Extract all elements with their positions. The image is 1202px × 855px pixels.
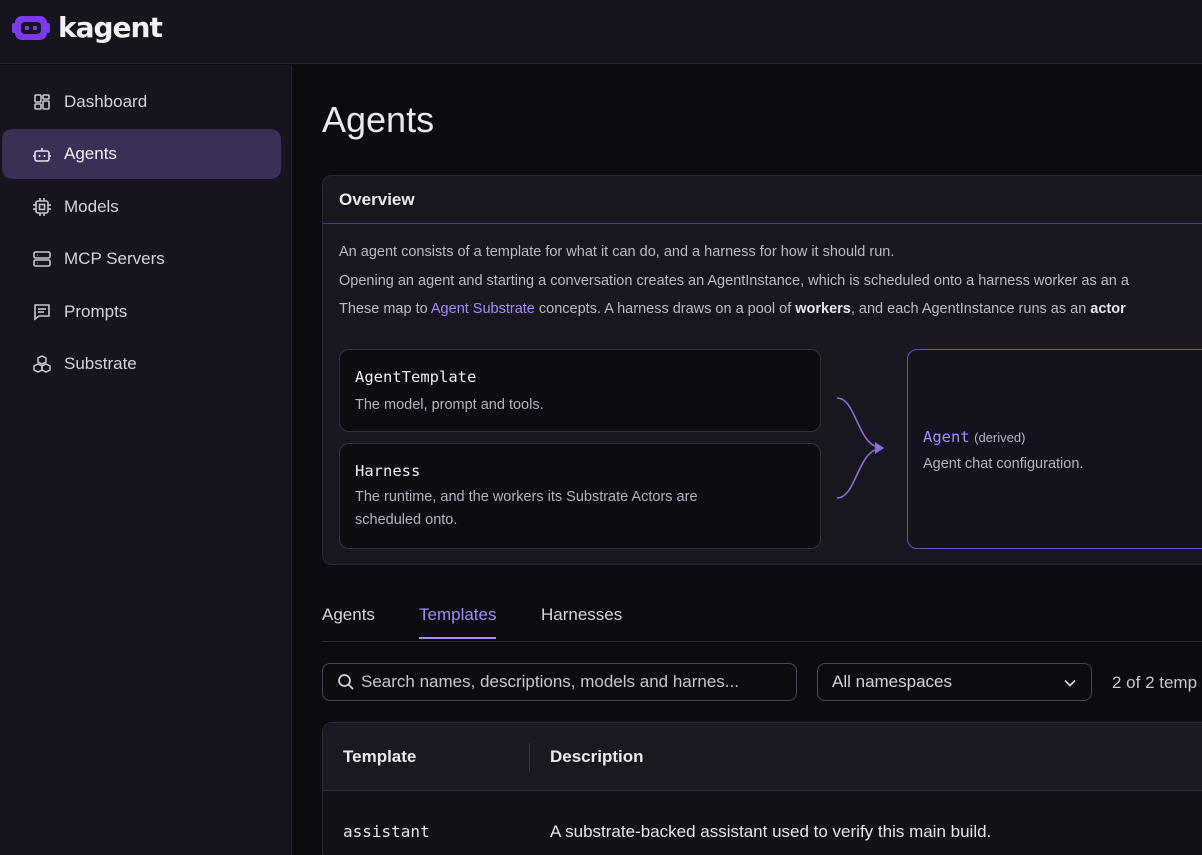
- bot-icon: [33, 148, 51, 162]
- agent-card-title: Agent: [923, 428, 970, 446]
- column-header-description[interactable]: Description: [550, 747, 644, 767]
- sidebar-item-agents[interactable]: Agents: [2, 129, 281, 179]
- result-count: 2 of 2 temp: [1112, 673, 1198, 692]
- column-divider: [529, 743, 530, 771]
- template-name-cell[interactable]: assistant: [343, 822, 430, 841]
- sidebar-item-label: Dashboard: [64, 92, 148, 111]
- chevron-down-icon: [1064, 679, 1076, 687]
- message-icon: [34, 304, 50, 321]
- namespace-select-value: All namespaces: [832, 672, 953, 691]
- tab-agents[interactable]: Agents: [322, 605, 375, 637]
- agent-substrate-link[interactable]: Agent Substrate: [431, 301, 535, 317]
- search-box[interactable]: [322, 663, 797, 701]
- overview-line-2: Opening an agent and starting a conversa…: [339, 273, 1129, 289]
- card-description: The model, prompt and tools.: [355, 397, 544, 413]
- dashboard-icon: [34, 94, 50, 110]
- search-input[interactable]: [361, 672, 791, 692]
- kagent-logo-icon: [12, 15, 50, 40]
- overview-line-3: These map to Agent Substrate concepts. A…: [339, 301, 1126, 317]
- server-icon: [33, 251, 51, 267]
- card-description-line-2: scheduled onto.: [355, 512, 458, 528]
- namespace-select[interactable]: All namespaces: [817, 663, 1092, 701]
- top-bar: kagent: [0, 0, 1202, 64]
- sidebar-item-label: Models: [64, 197, 119, 216]
- agent-card-suffix: (derived): [974, 430, 1026, 445]
- page-title: Agents: [322, 99, 435, 140]
- harness-card: Harness The runtime, and the workers its…: [339, 443, 821, 549]
- sidebar-item-models[interactable]: Models: [2, 182, 281, 232]
- sidebar-item-prompts[interactable]: Prompts: [2, 287, 281, 337]
- sidebar-item-label: Prompts: [64, 302, 128, 321]
- main-content: Agents Overview An agent consists of a t…: [292, 65, 1202, 855]
- boxes-icon: [33, 355, 51, 373]
- card-title: Harness: [355, 462, 421, 480]
- sidebar-item-dashboard[interactable]: Dashboard: [2, 77, 281, 127]
- brand[interactable]: kagent: [12, 11, 163, 44]
- sidebar-item-mcp-servers[interactable]: MCP Servers: [2, 234, 281, 284]
- cpu-icon: [33, 198, 51, 216]
- agent-card: Agent (derived) Agent chat configuration…: [907, 349, 1202, 549]
- search-icon: [338, 674, 354, 690]
- tab-templates[interactable]: Templates: [419, 605, 497, 639]
- tab-harnesses[interactable]: Harnesses: [541, 605, 622, 637]
- template-description-cell: A substrate-backed assistant used to ver…: [550, 822, 992, 841]
- app-name: kagent: [58, 11, 163, 44]
- table-header: Template Description: [323, 723, 1202, 791]
- overview-panel: Overview An agent consists of a template…: [322, 175, 1202, 565]
- sidebar: Dashboard Agents Models MCP Servers Prom…: [0, 65, 292, 855]
- sidebar-item-label: MCP Servers: [64, 249, 165, 268]
- card-description-line-1: The runtime, and the workers its Substra…: [355, 489, 698, 505]
- agenttemplate-card: AgentTemplate The model, prompt and tool…: [339, 349, 821, 432]
- sidebar-item-label: Substrate: [64, 354, 137, 373]
- tab-bar: Agents Templates Harnesses: [322, 595, 1202, 642]
- templates-table: Template Description assistant A substra…: [322, 722, 1202, 855]
- agent-card-description: Agent chat configuration.: [923, 456, 1084, 472]
- merge-arrow-icon: [836, 397, 884, 499]
- sidebar-item-label: Agents: [64, 144, 117, 163]
- sidebar-item-substrate[interactable]: Substrate: [2, 339, 281, 389]
- column-header-template[interactable]: Template: [343, 747, 416, 767]
- card-title: AgentTemplate: [355, 368, 477, 386]
- overview-line-1: An agent consists of a template for what…: [339, 244, 895, 260]
- overview-header: Overview: [323, 176, 1202, 224]
